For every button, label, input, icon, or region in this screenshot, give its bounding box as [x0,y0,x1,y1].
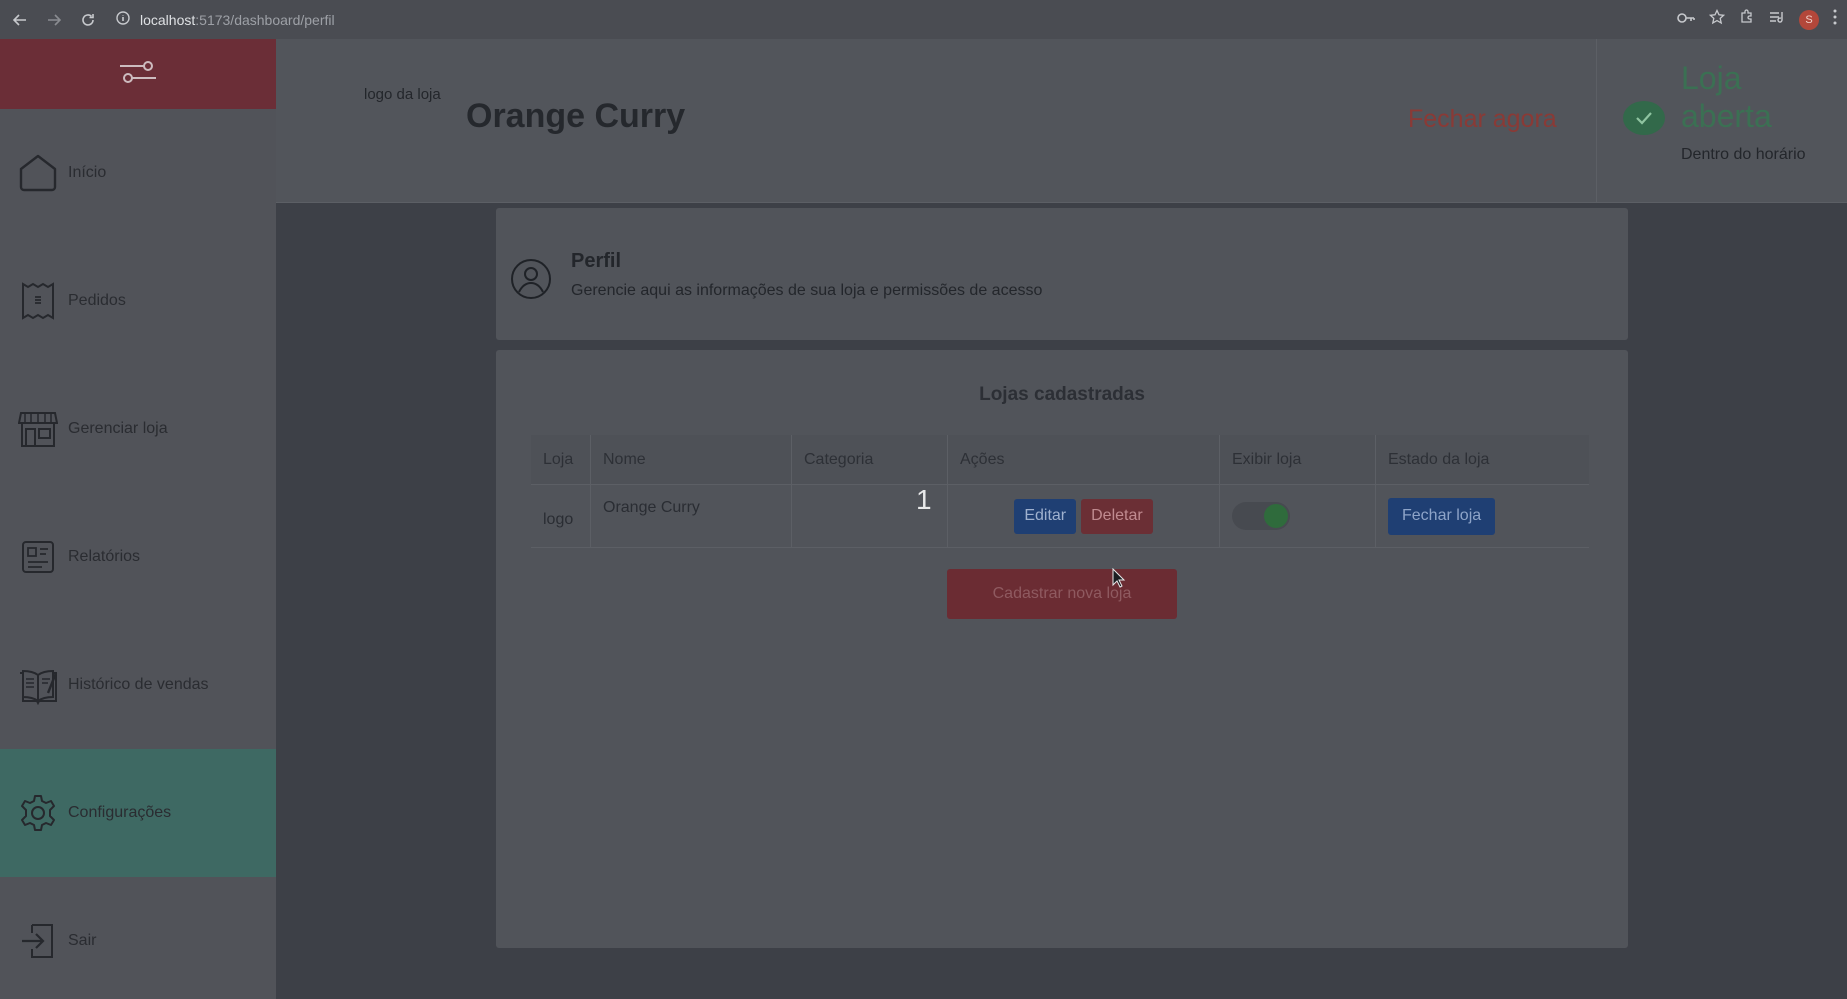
page-title: Orange Curry [466,97,686,135]
sidebar-item-label: Sair [68,932,97,949]
sidebar-item-label: Relatórios [68,548,141,565]
delete-button[interactable]: Deletar [1081,498,1153,534]
sidebar-item-configuracoes[interactable]: Configurações [0,749,276,877]
show-store-toggle[interactable] [1232,502,1290,530]
store-status: Loja aberta [1681,60,1772,134]
stores-title: Lojas cadastradas [979,384,1145,405]
check-circle-icon [1623,101,1665,135]
forward-icon[interactable] [40,6,68,34]
table-row: logo Orange Curry Editar Deletar Fechar … [531,484,1589,548]
store-status-detail: Dentro do horário [1681,146,1806,163]
address-bar[interactable]: localhost:5173/dashboard/perfil [116,11,335,28]
sidebar-item-sair[interactable]: Sair [0,877,276,999]
browser-toolbar: localhost:5173/dashboard/perfil S [0,0,1847,39]
sidebar-item-label: Histórico de vendas [68,676,209,693]
column-header-exibir-loja: Exibir loja [1220,435,1376,484]
close-store-button[interactable]: Fechar loja [1388,497,1496,535]
store-actions-cell: Editar Deletar [948,485,1220,547]
edit-button[interactable]: Editar [1014,498,1077,534]
report-icon [18,537,58,577]
stores-table: Loja Nome Categoria Ações Exibir loja Es… [531,435,1589,548]
receipt-icon [18,281,58,321]
sidebar-item-label: Início [68,164,107,181]
sliders-icon [118,58,158,91]
logout-icon [18,921,58,961]
column-header-categoria: Categoria [792,435,948,484]
close-now-button[interactable]: Fechar agora [1408,105,1557,134]
sidebar-item-pedidos[interactable]: Pedidos [0,237,276,365]
sidebar-item-inicio[interactable]: Início [0,109,276,237]
sidebar-item-relatorios[interactable]: Relatórios [0,493,276,621]
url-host: localhost [140,11,196,28]
store-logo: logo da loja [364,86,441,103]
sidebar-item-label: Gerenciar loja [68,420,168,437]
url-path: :5173/dashboard/perfil [195,11,335,28]
reload-icon[interactable] [74,6,102,34]
store-logo-cell: logo [531,485,591,547]
bookmark-star-icon[interactable] [1708,8,1726,30]
sidebar-item-gerenciar-loja[interactable]: Gerenciar loja [0,365,276,493]
column-header-loja: Loja [531,435,591,484]
show-store-cell [1220,485,1376,547]
extensions-icon[interactable] [1739,9,1755,30]
mouse-cursor-icon [1112,567,1126,588]
media-queue-icon[interactable] [1769,10,1785,29]
home-icon [18,153,58,193]
key-icon[interactable] [1677,11,1695,29]
profile-card: Perfil Gerencie aqui as informações de s… [496,208,1628,340]
store-logo-image: logo [543,511,574,528]
store-icon [18,409,58,449]
step-marker: 1 [916,484,932,515]
sidebar-toggle-button[interactable] [0,39,276,109]
browser-actions: S [1677,0,1837,39]
column-header-nome: Nome [591,435,792,484]
register-store-button[interactable]: Cadastrar nova loja [947,569,1177,619]
store-status-panel: Loja aberta Dentro do horário [1596,39,1847,202]
column-header-estado-da-loja: Estado da loja [1388,450,1490,468]
user-circle-icon [510,258,552,300]
table-header: Loja Nome Categoria Ações Exibir loja Es… [531,435,1589,484]
sidebar-item-label: Pedidos [68,292,126,309]
profile-title: Perfil [571,250,622,272]
site-info-icon[interactable] [116,11,130,28]
toggle-knob [1264,504,1288,528]
top-header: logo da loja Orange Curry Fechar agora L… [276,39,1847,203]
column-header-acoes: Ações [948,435,1220,484]
store-state-cell: Fechar loja [1376,485,1589,547]
sidebar-item-historico-de-vendas[interactable]: Histórico de vendas [0,621,276,749]
sidebar-item-label: Configurações [68,804,172,821]
back-icon[interactable] [6,6,34,34]
book-icon [18,665,58,705]
profile-subtitle: Gerencie aqui as informações de sua loja… [571,282,1043,299]
profile-avatar[interactable]: S [1799,9,1819,30]
stores-card: Lojas cadastradas Loja Nome Categoria Aç… [496,350,1628,948]
gear-icon [18,793,58,833]
store-name-cell: Orange Curry [591,485,792,547]
browser-menu-icon[interactable] [1833,9,1837,30]
sidebar: Início Pedidos Gerenciar loja Relatórios… [0,39,276,999]
